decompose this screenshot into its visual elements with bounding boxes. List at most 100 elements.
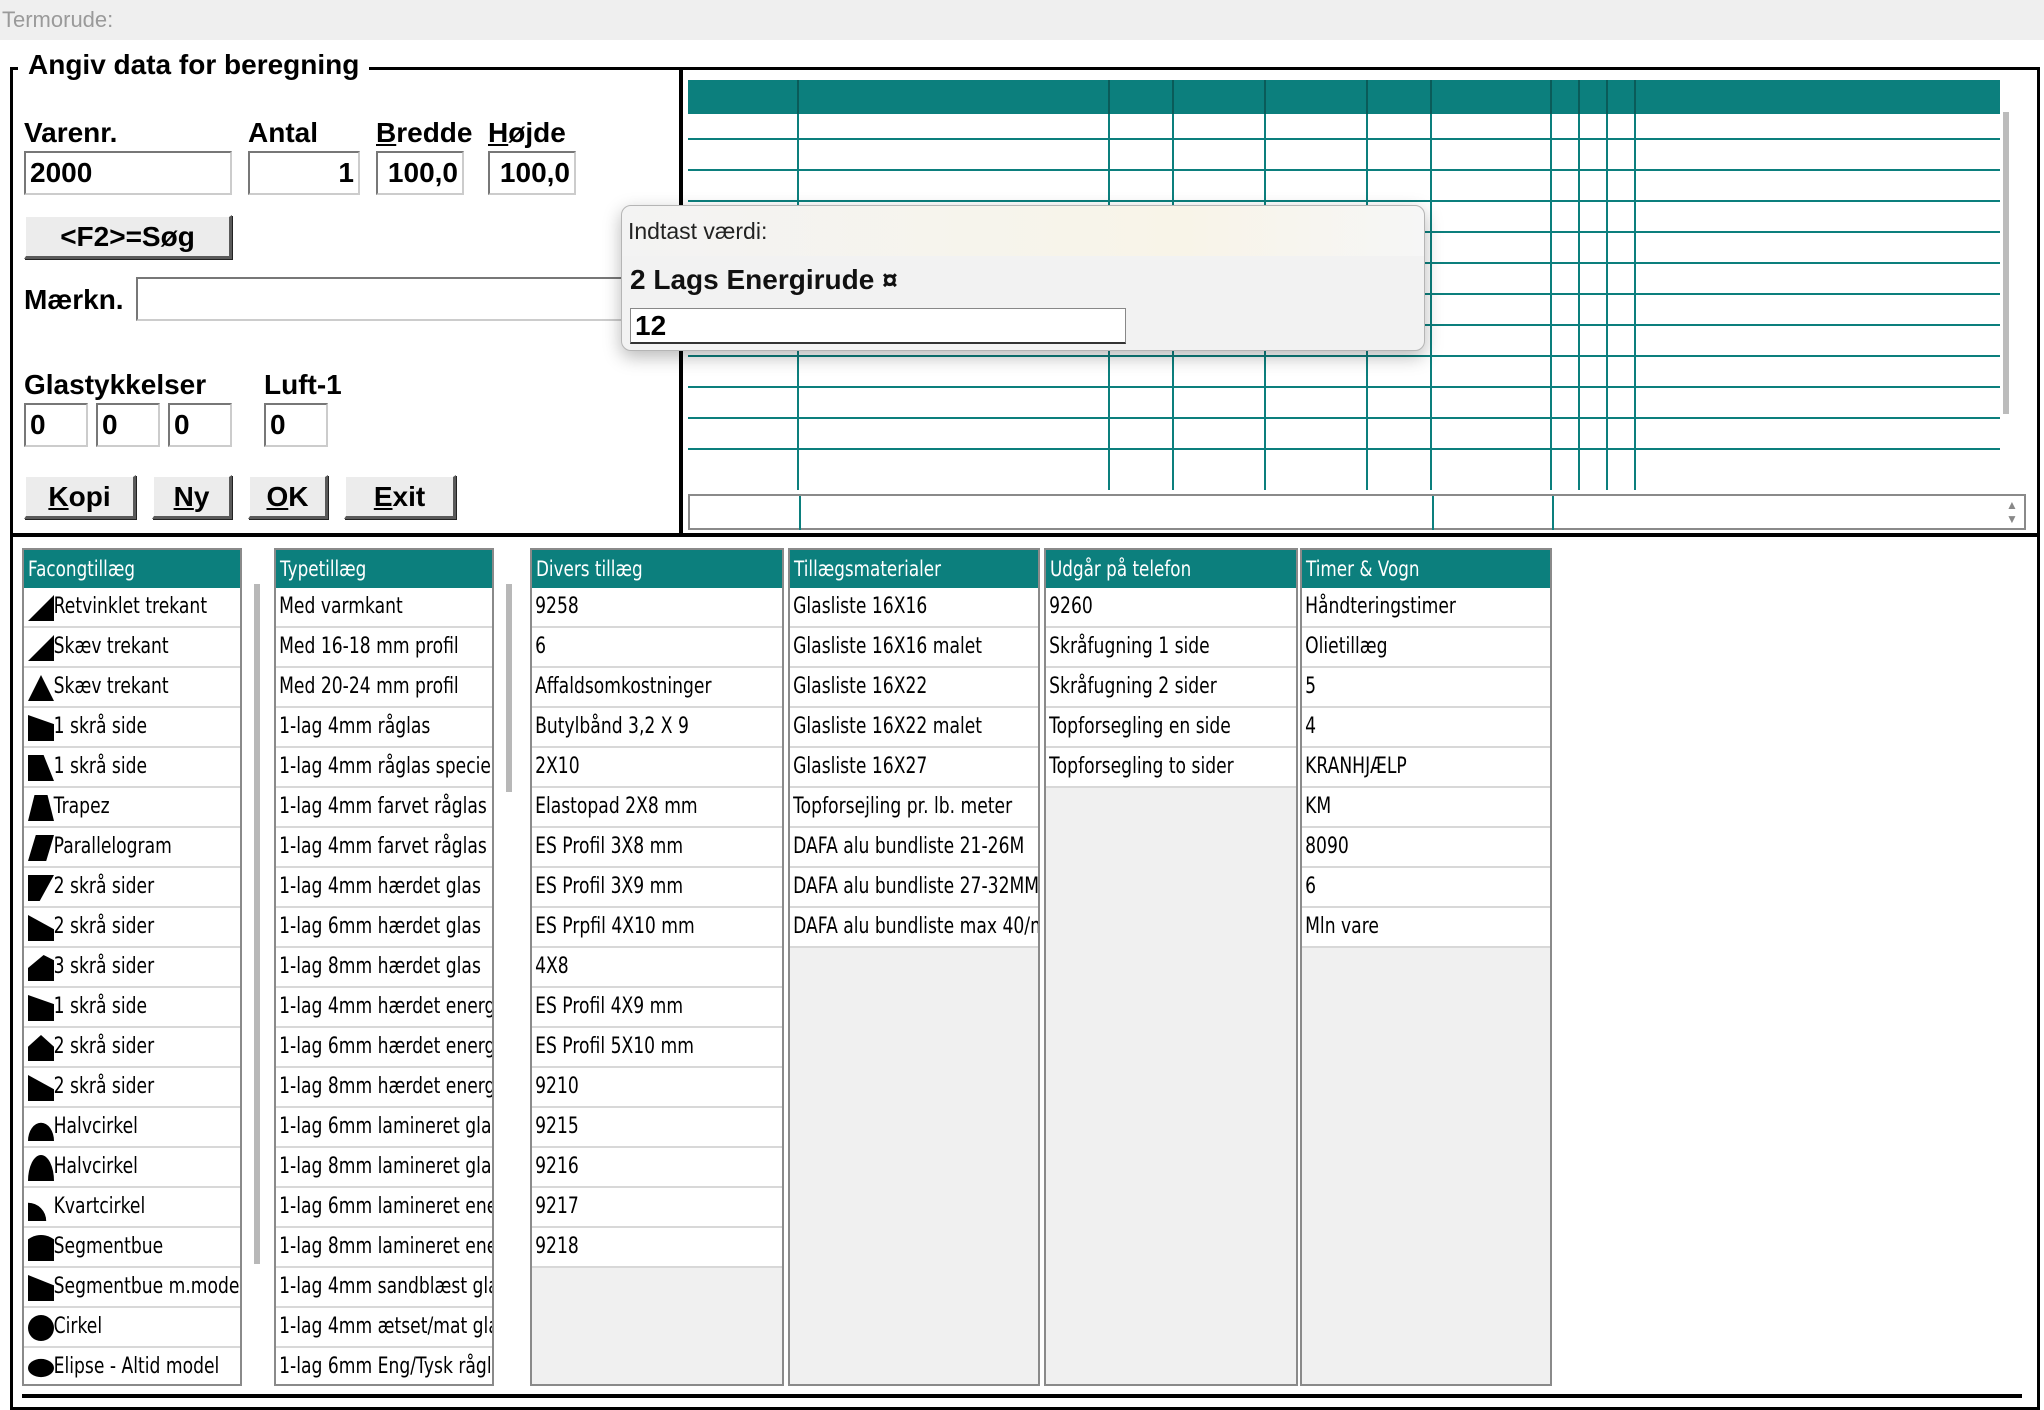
list-item[interactable]: ES Profil 3X8 mm <box>532 828 782 868</box>
list-item[interactable]: 2X10 <box>532 748 782 788</box>
glas-thickness-2-field[interactable]: 0 <box>96 403 160 447</box>
list-typetillaeg[interactable]: Typetillæg Med varmkant Med 16-18 mm profi… <box>274 548 520 1386</box>
list-item[interactable]: 1-lag 4mm farvet råglas <box>276 788 492 828</box>
hojde-field[interactable]: 100,0 <box>488 151 576 195</box>
list-item[interactable]: 2 skrå sider <box>24 1028 240 1068</box>
list-item[interactable]: Parallelogram <box>24 828 240 868</box>
list-udgaar-paa-telefon[interactable]: Udgår på telefon 9260 Skråfugning 1 side Sk… <box>1044 548 1298 1386</box>
list-item[interactable]: 1-lag 8mm lamineret glas 44,1 <box>276 1148 492 1188</box>
list-item[interactable]: 9260 <box>1046 588 1296 628</box>
list-item[interactable]: DAFA alu bundliste max 40/mm <box>790 908 1038 948</box>
popup-value-input[interactable]: 12 <box>630 308 1126 344</box>
list-item[interactable]: 1-lag 4mm sandblæst glas <box>276 1268 492 1308</box>
list-item[interactable]: Kvartcirkel <box>24 1188 240 1228</box>
list-item[interactable]: KM <box>1302 788 1550 828</box>
antal-field[interactable]: 1 <box>248 151 360 195</box>
kopi-button[interactable]: Kopi <box>24 475 136 519</box>
bredde-field[interactable]: 100,0 <box>376 151 464 195</box>
list-item[interactable]: 1-lag 6mm lamineret glas 33,1 <box>276 1108 492 1148</box>
list-item[interactable]: 9218 <box>532 1228 782 1268</box>
list-item[interactable]: 1 skrå side <box>24 708 240 748</box>
list-item[interactable]: 9216 <box>532 1148 782 1188</box>
list-item[interactable]: Elastopad 2X8 mm <box>532 788 782 828</box>
list-item[interactable]: Elipse - Altid model <box>24 1348 240 1384</box>
list-item[interactable]: Halvcirkel <box>24 1108 240 1148</box>
list-item[interactable]: Med 16-18 mm profil <box>276 628 492 668</box>
list-item[interactable]: 1-lag 4mm råglas specielt <box>276 748 492 788</box>
list-item[interactable]: 2 skrå sider <box>24 868 240 908</box>
list-scrollbar[interactable] <box>506 584 512 792</box>
list-header[interactable]: Udgår på telefon <box>1046 550 1296 588</box>
list-item[interactable]: Skæv trekant <box>24 628 240 668</box>
list-item[interactable]: Glasliste 16X22 <box>790 668 1038 708</box>
list-item[interactable]: 9217 <box>532 1188 782 1228</box>
list-item[interactable]: 4 <box>1302 708 1550 748</box>
list-item[interactable]: Topforsegling to sider <box>1046 748 1296 788</box>
list-item[interactable]: Skæv trekant <box>24 668 240 708</box>
list-item[interactable]: ES Prpfil 4X10 mm <box>532 908 782 948</box>
exit-button[interactable]: Exit <box>344 475 456 519</box>
list-item[interactable]: 9210 <box>532 1068 782 1108</box>
list-timer-og-vogn[interactable]: Timer & Vogn Håndteringstimer Olietillæg 5 4… <box>1300 548 1552 1386</box>
list-item[interactable]: Trapez <box>24 788 240 828</box>
list-header[interactable]: Divers tillæg <box>532 550 782 588</box>
ok-button[interactable]: OK <box>248 475 328 519</box>
list-header[interactable]: Facongtillæg <box>24 550 240 588</box>
list-item[interactable]: 2 skrå sider <box>24 1068 240 1108</box>
list-item[interactable]: Segmentbue <box>24 1228 240 1268</box>
list-item[interactable]: 8090 <box>1302 828 1550 868</box>
list-item[interactable]: 5 <box>1302 668 1550 708</box>
list-header[interactable]: Tillægsmaterialer <box>790 550 1038 588</box>
list-item[interactable]: 9215 <box>532 1108 782 1148</box>
list-divers-tillaeg[interactable]: Divers tillæg 9258 6 Affaldsomkostninger But… <box>530 548 784 1386</box>
list-item[interactable]: 1-lag 4mm hærdet glas <box>276 868 492 908</box>
list-item[interactable]: Glasliste 16X27 <box>790 748 1038 788</box>
list-item[interactable]: 1-lag 4mm hærdet energiglas <box>276 988 492 1028</box>
list-item[interactable]: 1-lag 8mm hærdet glas <box>276 948 492 988</box>
list-facongtillaeg[interactable]: Facongtillæg Retvinklet trekant Skæv treka… <box>22 548 268 1386</box>
list-scrollbar[interactable] <box>254 584 260 1264</box>
list-item[interactable]: Butylbånd 3,2 X 9 <box>532 708 782 748</box>
maerkn-field[interactable] <box>136 277 636 321</box>
list-header[interactable]: Typetillæg <box>276 550 492 588</box>
list-item[interactable]: Cirkel <box>24 1308 240 1348</box>
list-item[interactable]: 2 skrå sider <box>24 908 240 948</box>
list-item[interactable]: Topforsegling en side <box>1046 708 1296 748</box>
list-item[interactable]: Skråfugning 1 side <box>1046 628 1296 668</box>
spin-arrows-icon[interactable]: ▲ ▼ <box>2004 498 2020 526</box>
list-item[interactable]: 6 <box>1302 868 1550 908</box>
glas-thickness-1-field[interactable]: 0 <box>24 403 88 447</box>
list-item[interactable]: 9258 <box>532 588 782 628</box>
list-item[interactable]: 1-lag 6mm lamineret energiglas 3 <box>276 1188 492 1228</box>
glas-thickness-3-field[interactable]: 0 <box>168 403 232 447</box>
list-item[interactable]: Retvinklet trekant <box>24 588 240 628</box>
list-item[interactable]: 1-lag 6mm hærdet energiglas <box>276 1028 492 1068</box>
list-item[interactable]: 1-lag 8mm hærdet energiglas <box>276 1068 492 1108</box>
list-item[interactable]: ES Profil 3X9 mm <box>532 868 782 908</box>
luft-field[interactable]: 0 <box>264 403 328 447</box>
list-item[interactable]: KRANHJÆLP <box>1302 748 1550 788</box>
list-item[interactable]: 4X8 <box>532 948 782 988</box>
list-item[interactable]: Affaldsomkostninger <box>532 668 782 708</box>
list-item[interactable]: Halvcirkel <box>24 1148 240 1188</box>
list-item[interactable]: 1 skrå side <box>24 748 240 788</box>
list-item[interactable]: Glasliste 16X16 malet <box>790 628 1038 668</box>
list-item[interactable]: Segmentbue m.model <box>24 1268 240 1308</box>
varenr-field[interactable]: 2000 <box>24 151 232 195</box>
list-item[interactable]: Topforsejling pr. lb. meter <box>790 788 1038 828</box>
order-grid-scrollbar[interactable] <box>2003 112 2009 414</box>
list-item[interactable]: 6 <box>532 628 782 668</box>
list-item[interactable]: 1-lag 4mm råglas <box>276 708 492 748</box>
list-item[interactable]: Mln vare <box>1302 908 1550 948</box>
list-item[interactable]: 1-lag 4mm farvet råglas specielt <box>276 828 492 868</box>
list-item[interactable]: Med 20-24 mm profil <box>276 668 492 708</box>
list-header[interactable]: Timer & Vogn <box>1302 550 1550 588</box>
ny-button[interactable]: Ny <box>152 475 232 519</box>
list-item[interactable]: ES Profil 4X9 mm <box>532 988 782 1028</box>
list-item[interactable]: 3 skrå sider <box>24 948 240 988</box>
list-item[interactable]: ES Profil 5X10 mm <box>532 1028 782 1068</box>
list-item[interactable]: 1-lag 8mm lamineret energiglas 4 <box>276 1228 492 1268</box>
list-item[interactable]: Skråfugning 2 sider <box>1046 668 1296 708</box>
list-item[interactable]: 1 skrå side <box>24 988 240 1028</box>
list-item[interactable]: 1-lag 4mm ætset/mat glas <box>276 1308 492 1348</box>
